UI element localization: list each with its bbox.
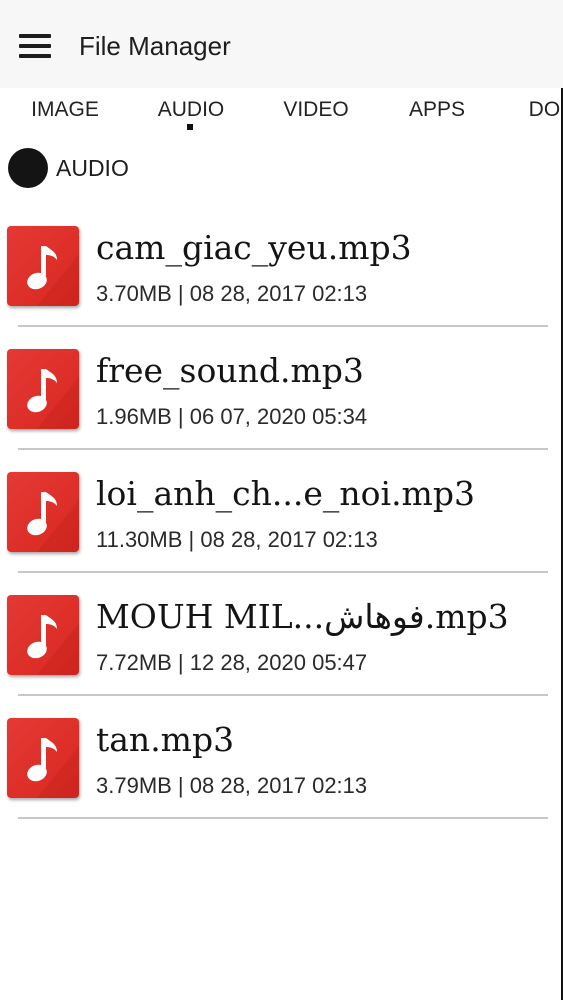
file-row[interactable]: tan.mp3 3.79MB | 08 28, 2017 02:13: [0, 702, 563, 825]
app-bar: File Manager: [0, 0, 563, 88]
file-row[interactable]: cam_giac_yeu.mp3 3.70MB | 08 28, 2017 02…: [0, 210, 563, 333]
file-name: MOUH MIL...فوهاش.mp3: [96, 597, 509, 636]
category-tab-bar: IMAGE AUDIO VIDEO APPS DOC: [0, 88, 563, 136]
section-label: AUDIO: [56, 155, 129, 181]
tab-video[interactable]: VIDEO: [283, 96, 348, 124]
tab-image[interactable]: IMAGE: [31, 96, 99, 124]
music-note-icon: [7, 349, 79, 429]
file-row[interactable]: MOUH MIL...فوهاش.mp3 7.72MB | 12 28, 202…: [0, 579, 563, 702]
file-manager-app: File Manager IMAGE AUDIO VIDEO APPS DOC …: [0, 0, 563, 1000]
app-title: File Manager: [79, 31, 231, 61]
row-divider: [18, 571, 548, 573]
music-note-icon: [7, 226, 79, 306]
tab-apps[interactable]: APPS: [409, 96, 465, 124]
file-meta: 3.79MB | 08 28, 2017 02:13: [96, 773, 368, 798]
section-dot-icon: [8, 148, 48, 188]
row-divider: [18, 325, 548, 327]
row-divider: [18, 448, 548, 450]
file-list: cam_giac_yeu.mp3 3.70MB | 08 28, 2017 02…: [0, 210, 563, 825]
music-note-icon: [7, 595, 79, 675]
file-meta: 7.72MB | 12 28, 2020 05:47: [96, 650, 368, 675]
file-name: tan.mp3: [96, 720, 235, 759]
tab-audio[interactable]: AUDIO: [158, 96, 225, 124]
row-divider: [18, 694, 548, 696]
tab-doc[interactable]: DOC: [529, 96, 563, 124]
file-meta: 1.96MB | 06 07, 2020 05:34: [96, 404, 368, 429]
row-divider: [18, 817, 548, 819]
file-name: free_sound.mp3: [96, 351, 364, 390]
music-note-icon: [7, 472, 79, 552]
file-row[interactable]: loi_anh_ch...e_noi.mp3 11.30MB | 08 28, …: [0, 456, 563, 579]
file-name: cam_giac_yeu.mp3: [96, 228, 412, 267]
hamburger-menu-icon[interactable]: [19, 34, 51, 60]
file-meta: 11.30MB | 08 28, 2017 02:13: [96, 527, 378, 552]
file-meta: 3.70MB | 08 28, 2017 02:13: [96, 281, 368, 306]
file-row[interactable]: free_sound.mp3 1.96MB | 06 07, 2020 05:3…: [0, 333, 563, 456]
music-note-icon: [7, 718, 79, 798]
tab-active-indicator: [187, 124, 193, 130]
file-name: loi_anh_ch...e_noi.mp3: [96, 474, 475, 513]
